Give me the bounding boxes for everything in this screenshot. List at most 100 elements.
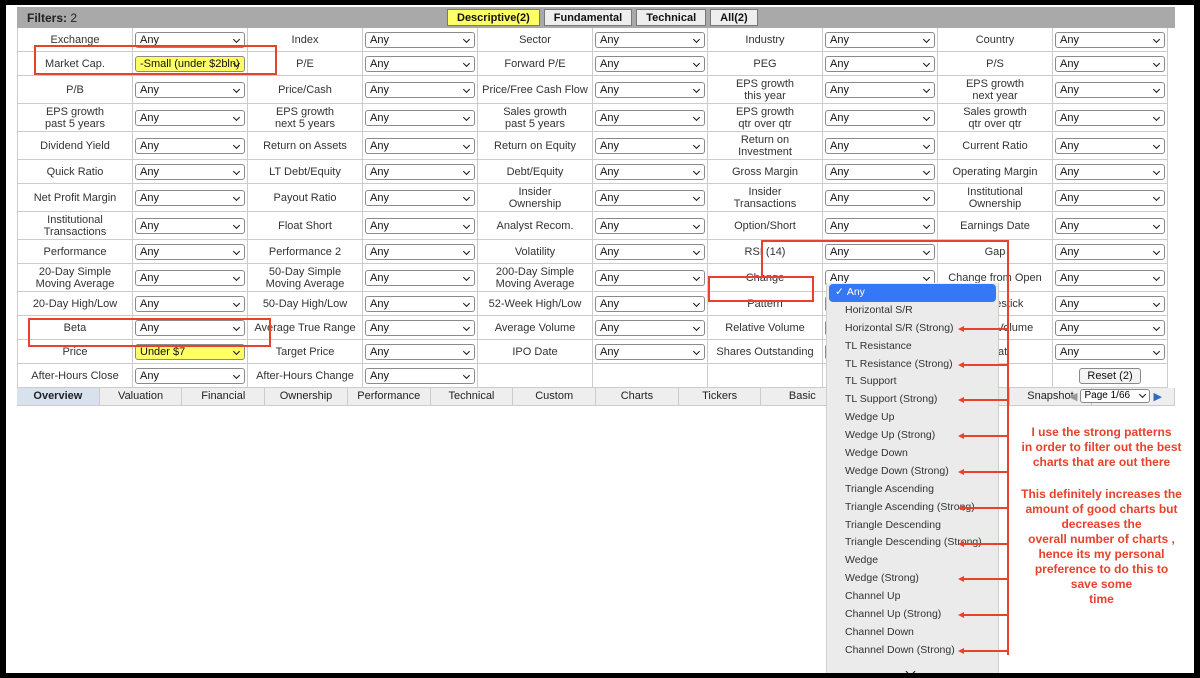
filter-label: Price/Cash <box>248 76 363 104</box>
filter-select[interactable]: Any <box>1055 269 1165 286</box>
filter-select[interactable]: Any <box>1055 319 1165 336</box>
view-tab-valuation[interactable]: Valuation <box>100 388 183 405</box>
filter-select[interactable]: Any <box>365 343 475 360</box>
filter-select[interactable]: Any <box>135 295 245 312</box>
dropdown-option[interactable]: ✓ Any <box>829 284 996 302</box>
filter-select[interactable]: Any <box>595 243 705 260</box>
filter-select[interactable]: Any <box>135 269 245 286</box>
filter-select[interactable]: Any <box>135 81 245 98</box>
filter-select[interactable]: Any <box>595 343 705 360</box>
filter-select[interactable]: Any <box>365 217 475 234</box>
filter-select[interactable]: Any <box>1055 295 1165 312</box>
filter-select[interactable]: Any <box>825 55 935 72</box>
filter-select[interactable]: Any <box>825 31 935 48</box>
dropdown-option[interactable]: Channel Down <box>827 624 998 642</box>
filter-select[interactable]: Any <box>365 55 475 72</box>
filter-select[interactable]: Any <box>825 243 935 260</box>
view-tab-overview[interactable]: Overview <box>17 388 100 405</box>
view-tab-custom[interactable]: Custom <box>513 388 597 405</box>
filter-select[interactable]: Any <box>595 269 705 286</box>
filter-select[interactable]: Any <box>1055 55 1165 72</box>
filter-select[interactable]: Any <box>1055 343 1165 360</box>
filter-select[interactable]: Any <box>595 295 705 312</box>
filter-select[interactable]: Any <box>1055 217 1165 234</box>
view-tab-ownership[interactable]: Ownership <box>265 388 348 405</box>
next-page-icon[interactable]: ▶ <box>1153 390 1161 403</box>
filter-select[interactable]: Any <box>365 319 475 336</box>
dropdown-option[interactable]: Wedge <box>827 552 998 570</box>
dropdown-option[interactable]: Wedge Up <box>827 409 998 427</box>
filters-header: Filters: 2 Descriptive(2) Fundamental Te… <box>17 7 1175 28</box>
filter-select[interactable]: Any <box>365 189 475 206</box>
filter-select[interactable]: Any <box>365 295 475 312</box>
view-tab-financial[interactable]: Financial <box>182 388 266 405</box>
filter-select[interactable]: Any <box>1055 163 1165 180</box>
dropdown-option[interactable]: TL Resistance <box>827 338 998 356</box>
filter-select[interactable]: Any <box>595 81 705 98</box>
filter-select[interactable]: Any <box>1055 137 1165 154</box>
filter-select[interactable]: Any <box>825 137 935 154</box>
dropdown-option-label: Triangle Ascending (Strong) <box>845 500 975 513</box>
tab-fundamental[interactable]: Fundamental <box>543 9 633 26</box>
filter-select[interactable]: Any <box>1055 189 1165 206</box>
tab-all[interactable]: All(2) <box>710 9 758 26</box>
filter-select[interactable]: Any <box>595 319 705 336</box>
filter-select[interactable]: Any <box>825 109 935 126</box>
view-tab-charts[interactable]: Charts <box>596 388 679 405</box>
filter-select[interactable]: Any <box>135 31 245 48</box>
filter-select[interactable]: Under $7 <box>135 343 245 360</box>
filter-select[interactable]: Any <box>365 243 475 260</box>
page-select[interactable]: Page 1/66 <box>1080 389 1151 403</box>
filter-select[interactable]: Any <box>1055 243 1165 260</box>
filter-select[interactable]: Any <box>135 319 245 336</box>
filter-select[interactable]: Any <box>1055 81 1165 98</box>
filter-label-text: Return on Equity <box>494 139 576 152</box>
filter-select[interactable]: Any <box>135 137 245 154</box>
filter-select[interactable]: Any <box>365 367 475 384</box>
filter-select[interactable]: Any <box>825 189 935 206</box>
filter-select[interactable]: Any <box>825 163 935 180</box>
filter-select[interactable]: Any <box>595 163 705 180</box>
filter-select[interactable]: Any <box>595 55 705 72</box>
filter-select[interactable]: Any <box>1055 31 1165 48</box>
dropdown-option[interactable]: Triangle Descending <box>827 517 998 535</box>
filter-value-cell: Any <box>133 240 248 264</box>
filter-select[interactable]: Any <box>825 217 935 234</box>
filter-select[interactable]: Any <box>595 217 705 234</box>
filter-label: Operating Margin <box>938 160 1053 184</box>
filter-select[interactable]: Any <box>365 31 475 48</box>
filter-select[interactable]: Any <box>365 137 475 154</box>
filter-select[interactable]: Any <box>365 269 475 286</box>
dropdown-option[interactable]: Horizontal S/R <box>827 302 998 320</box>
reset-button[interactable]: Reset (2) <box>1079 367 1141 384</box>
dropdown-option[interactable]: Wedge Down <box>827 445 998 463</box>
tab-technical[interactable]: Technical <box>636 9 707 26</box>
filter-select[interactable]: Any <box>135 367 245 384</box>
filter-select[interactable]: Any <box>135 109 245 126</box>
dropdown-option[interactable]: Channel Up <box>827 588 998 606</box>
filter-label: Analyst Recom. <box>478 212 593 240</box>
filter-select[interactable]: Any <box>825 81 935 98</box>
tab-descriptive[interactable]: Descriptive(2) <box>447 9 540 26</box>
filter-select[interactable]: Any <box>365 163 475 180</box>
filter-select[interactable]: Any <box>135 163 245 180</box>
filter-select[interactable]: Any <box>595 109 705 126</box>
filter-select[interactable]: Any <box>595 31 705 48</box>
filter-select[interactable]: Any <box>135 217 245 234</box>
filter-select[interactable]: Any <box>1055 109 1165 126</box>
filter-select[interactable]: Any <box>365 109 475 126</box>
filter-select[interactable]: Any <box>135 243 245 260</box>
dropdown-option[interactable]: TL Support <box>827 373 998 391</box>
prev-page-icon[interactable]: ◀ <box>1069 390 1077 403</box>
filter-select[interactable]: Any <box>135 189 245 206</box>
chevron-down-icon[interactable] <box>905 666 916 673</box>
view-tab-technical[interactable]: Technical <box>431 388 514 405</box>
filter-value-cell: Any <box>1053 132 1168 160</box>
filter-select[interactable]: Any <box>595 189 705 206</box>
filter-select[interactable]: -Small (under $2bln) <box>135 55 245 72</box>
view-tab-performance[interactable]: Performance <box>348 388 431 405</box>
filter-select[interactable]: Any <box>365 81 475 98</box>
view-tab-tickers[interactable]: Tickers <box>679 388 762 405</box>
filter-select[interactable]: Any <box>595 137 705 154</box>
dropdown-option[interactable]: Triangle Ascending <box>827 481 998 499</box>
